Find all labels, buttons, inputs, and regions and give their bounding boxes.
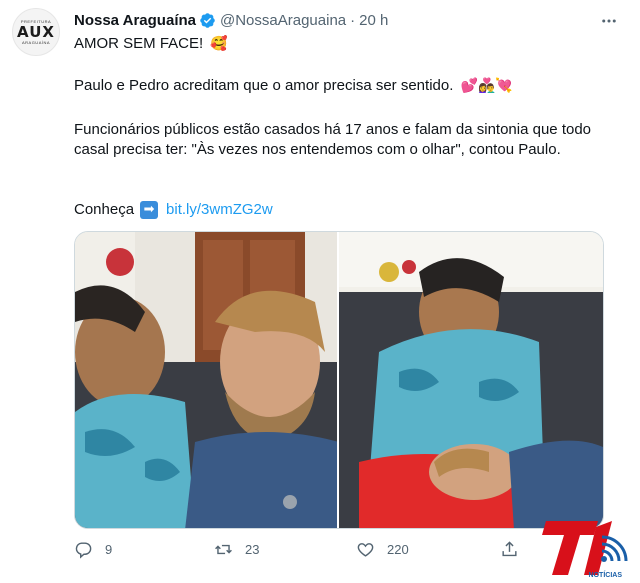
t1-noticias-watermark: NOTÍCIAS [540, 511, 636, 581]
tweet-header: Nossa Araguaína @NossaAraguaina · 20 h [74, 10, 600, 30]
share-action[interactable] [500, 540, 531, 559]
account-name[interactable]: Nossa Araguaína [74, 12, 196, 29]
tweet-link[interactable]: bit.ly/3wmZG2w [166, 200, 273, 220]
reply-count: 9 [105, 542, 113, 557]
more-icon[interactable] [600, 12, 618, 35]
like-action[interactable]: 220 [356, 540, 409, 559]
retweet-action[interactable]: 23 [214, 540, 259, 559]
tweet-actions: 9 23 220 [74, 540, 534, 564]
tweet-paragraph: Funcionários públicos estão casados há 1… [74, 121, 592, 158]
tweet-sentence: Paulo e Pedro acreditam que o amor preci… [74, 77, 454, 94]
retweet-icon [215, 544, 232, 555]
reply-action[interactable]: 9 [74, 540, 112, 559]
tweet-link-line: Conheça ➡ bit.ly/3wmZG2w [74, 200, 614, 220]
photo-left[interactable] [75, 232, 339, 528]
link-prefix: Conheça [74, 201, 135, 218]
tweet-text-line1: AMOR SEM FACE! 🥰 [74, 34, 614, 54]
verified-badge-icon [200, 12, 215, 28]
arrow-right-emoji-icon: ➡ [140, 201, 159, 219]
separator-dot: · [350, 11, 356, 29]
avatar[interactable]: PREFEITURA AUX ARAGUAÍNA [12, 8, 60, 56]
watermark-label: NOTÍCIAS [589, 570, 623, 579]
tweet-card[interactable]: PREFEITURA AUX ARAGUAÍNA Nossa Araguaína… [0, 0, 640, 583]
account-handle[interactable]: @NossaAraguaina [220, 12, 346, 29]
avatar-brand-text: AUX [17, 23, 55, 41]
like-icon [357, 543, 374, 557]
retweet-count: 23 [245, 542, 260, 557]
tweet-text-line2: Paulo e Pedro acreditam que o amor preci… [74, 76, 614, 96]
avatar-bottom-text: ARAGUAÍNA [21, 40, 51, 45]
hearts-emoji: 💕👩‍❤️‍👨💘 [460, 78, 513, 94]
reply-icon [75, 542, 92, 559]
tweet-timestamp[interactable]: 20 h [359, 12, 388, 29]
photo-right[interactable] [339, 232, 603, 528]
tweet-headline: AMOR SEM FACE! [74, 35, 204, 52]
smiling-hearts-emoji: 🥰 [210, 36, 228, 52]
tweet-media[interactable] [74, 231, 604, 529]
like-count: 220 [387, 542, 409, 557]
share-icon [502, 541, 517, 557]
